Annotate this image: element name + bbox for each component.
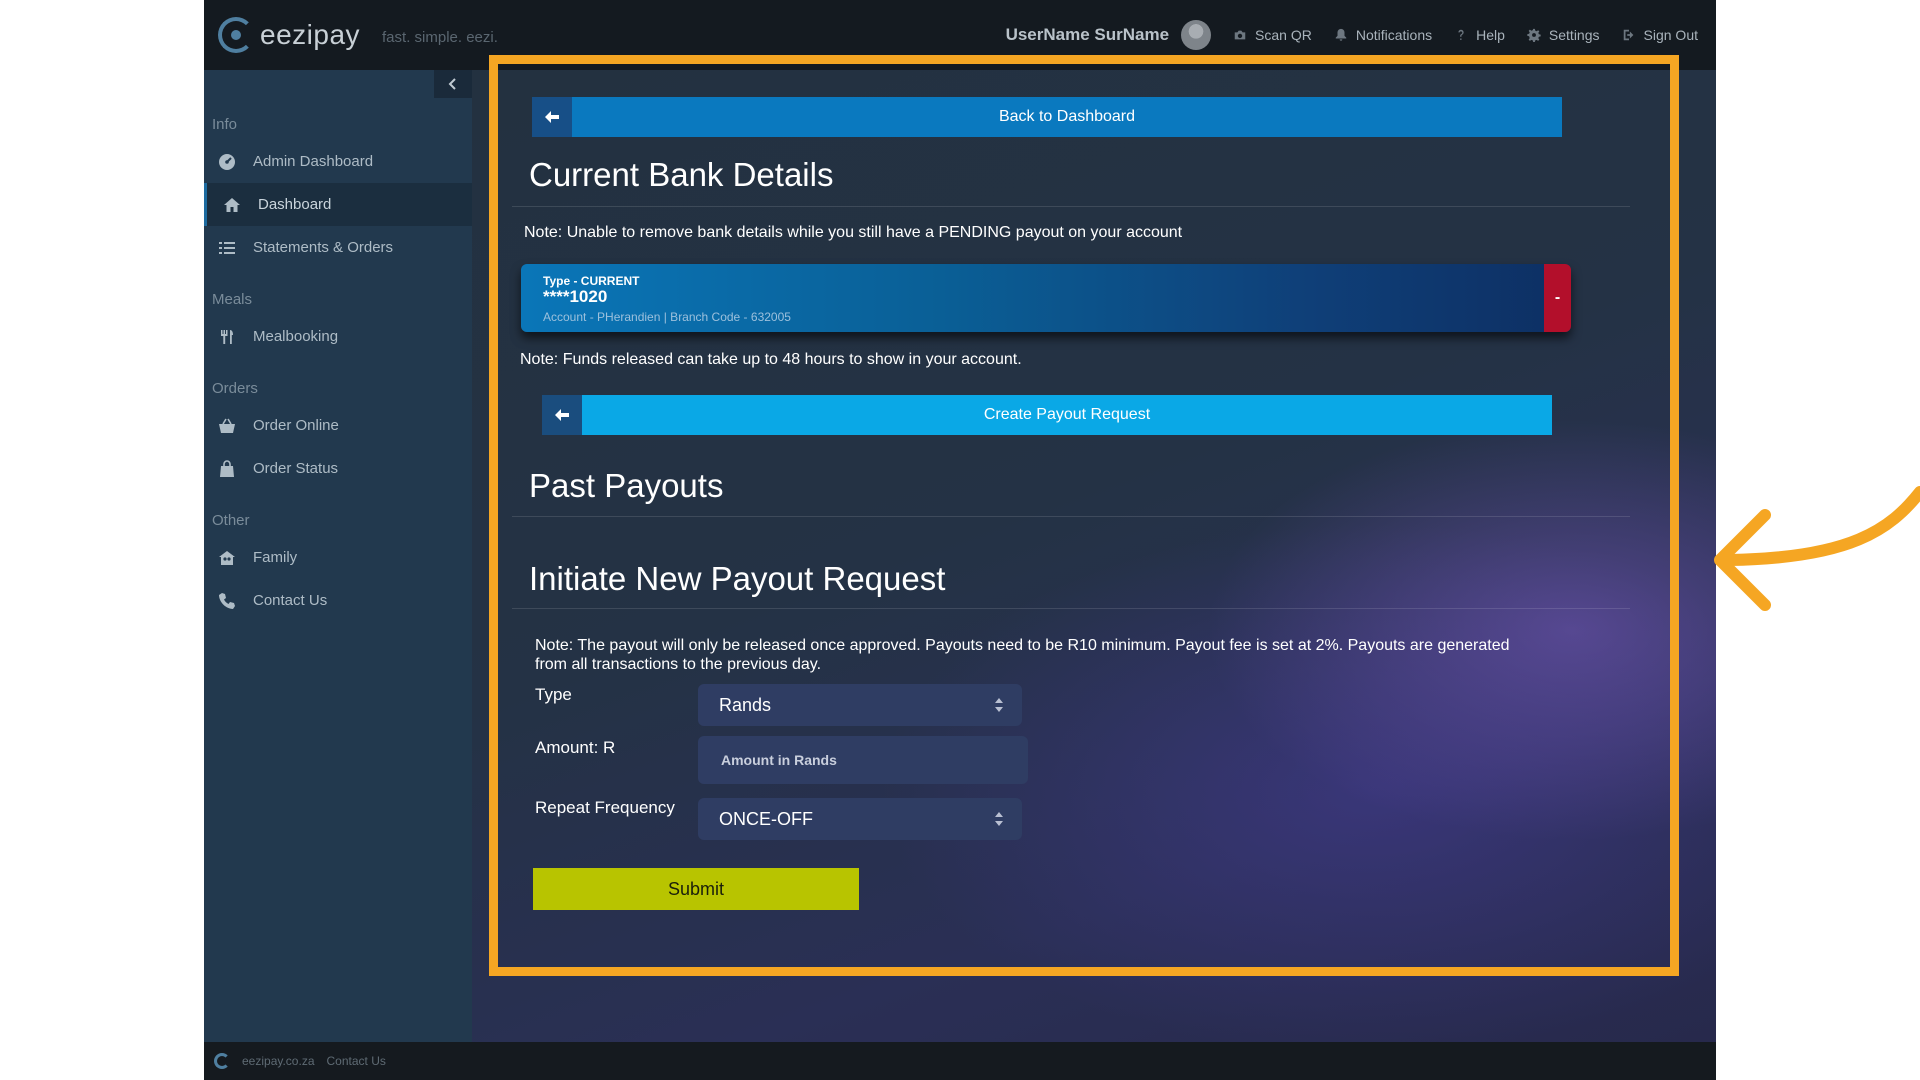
- screenshot-stage: eezipay fast. simple. eezi. UserName Sur…: [0, 0, 1920, 1080]
- sidebar-item-order-status[interactable]: Order Status: [204, 447, 472, 490]
- amount-label: Amount: R: [535, 738, 616, 757]
- logo-mark-icon: [218, 17, 254, 53]
- username[interactable]: UserName SurName: [1006, 25, 1169, 45]
- sidebar-item-order-online[interactable]: Order Online: [204, 404, 472, 447]
- pointer-arrow-icon: [1714, 486, 1920, 611]
- footer-contact-link[interactable]: Contact Us: [327, 1054, 386, 1068]
- sidebar-item-dashboard[interactable]: Dashboard: [204, 183, 472, 226]
- chevron-left-icon: [448, 78, 456, 90]
- sidebar-item-label: Statements & Orders: [253, 239, 394, 256]
- notifications-link[interactable]: Notifications: [1334, 27, 1432, 43]
- create-payout-request-button[interactable]: Create Payout Request: [542, 395, 1552, 435]
- current-bank-title: Current Bank Details: [529, 156, 834, 193]
- sidebar-item-admin-dashboard[interactable]: Admin Dashboard: [204, 140, 472, 183]
- scan-qr-link[interactable]: Scan QR: [1233, 27, 1312, 43]
- sort-arrows-icon: [995, 812, 1003, 826]
- sidebar-section-meals: Meals: [212, 291, 253, 308]
- main-content: Back to Dashboard Current Bank Details N…: [472, 70, 1716, 1042]
- payout-rules-note: Note: The payout will only be released o…: [535, 637, 1510, 673]
- sidebar-collapse-button[interactable]: [434, 70, 472, 98]
- pending-note: Note: Unable to remove bank details whil…: [524, 224, 1183, 241]
- bank-card-meta: Account - PHerandien | Branch Code - 632…: [543, 310, 791, 324]
- sidebar-item-label: Mealbooking: [253, 328, 339, 345]
- question-icon: [1458, 29, 1464, 40]
- sign-out-link[interactable]: Sign Out: [1622, 27, 1698, 43]
- back-to-dashboard-label: Back to Dashboard: [572, 97, 1562, 137]
- submit-button[interactable]: Submit: [533, 868, 859, 910]
- logo-text: eezipay: [260, 19, 361, 50]
- type-select[interactable]: Rands: [698, 684, 1022, 726]
- sidebar-item-label: Admin Dashboard: [253, 153, 374, 170]
- sign-out-label: Sign Out: [1643, 27, 1698, 43]
- avatar[interactable]: [1181, 20, 1212, 50]
- sidebar-item-label: Contact Us: [253, 592, 328, 609]
- type-select-value: Rands: [719, 694, 772, 715]
- arrow-left-icon: [545, 111, 559, 123]
- footer-site-link[interactable]: eezipay.co.za: [242, 1054, 315, 1068]
- gauge-icon: [219, 153, 235, 170]
- phone-icon: [219, 592, 235, 609]
- shopping-bag-icon: [220, 459, 234, 477]
- bank-card-type: Type - CURRENT: [543, 274, 640, 288]
- divider: [512, 608, 1630, 609]
- app-window: eezipay fast. simple. eezi. UserName Sur…: [204, 0, 1716, 1080]
- create-payout-request-label: Create Payout Request: [582, 395, 1552, 435]
- family-icon: [219, 550, 235, 565]
- payout-arrow-cell: [542, 395, 582, 435]
- sign-out-icon: [1623, 29, 1633, 41]
- bell-icon: [1335, 28, 1347, 41]
- bank-account-card: Type - CURRENT ****1020 Account - PHeran…: [521, 264, 1571, 332]
- list-icon: [219, 241, 235, 254]
- repeat-frequency-select[interactable]: ONCE-OFF: [698, 798, 1022, 840]
- home-icon: [224, 197, 240, 212]
- sidebar-item-family[interactable]: Family: [204, 536, 472, 579]
- divider: [512, 206, 1630, 207]
- type-label: Type: [535, 685, 572, 704]
- sidebar-item-mealbooking[interactable]: Mealbooking: [204, 315, 472, 358]
- tagline: fast. simple. eezi.: [382, 28, 498, 46]
- arrow-left-icon: [555, 409, 569, 421]
- back-arrow-cell: [532, 97, 572, 137]
- footer: eezipay.co.za Contact Us: [204, 1042, 1716, 1080]
- repeat-frequency-label: Repeat Frequency: [535, 798, 675, 817]
- past-payouts-title: Past Payouts: [529, 467, 724, 504]
- basket-icon: [219, 418, 235, 433]
- sidebar-item-label: Family: [253, 549, 298, 566]
- sidebar-item-label: Dashboard: [258, 196, 332, 213]
- sidebar-item-contact[interactable]: Contact Us: [204, 579, 472, 622]
- sidebar-section-other: Other: [212, 512, 250, 529]
- initiate-payout-title: Initiate New Payout Request: [529, 560, 946, 597]
- top-nav: UserName SurName Scan QR Notifications H…: [1006, 20, 1698, 50]
- amount-input[interactable]: [698, 736, 1028, 784]
- gear-icon: [1527, 28, 1541, 42]
- back-to-dashboard-button[interactable]: Back to Dashboard: [532, 97, 1562, 137]
- sidebar-menu: Info Admin Dashboard Dashboard Statement…: [204, 116, 472, 622]
- sidebar-section-orders: Orders: [212, 380, 258, 397]
- sidebar-item-statements[interactable]: Statements & Orders: [204, 226, 472, 269]
- sort-arrows-icon: [995, 698, 1003, 712]
- settings-label: Settings: [1548, 27, 1600, 43]
- notifications-label: Notifications: [1355, 27, 1433, 43]
- brand-logo[interactable]: eezipay: [218, 17, 360, 53]
- sidebar-section-info: Info: [212, 116, 238, 133]
- help-label: Help: [1476, 27, 1505, 43]
- divider: [512, 516, 1630, 517]
- cutlery-icon: [221, 329, 233, 344]
- frequency-select-value: ONCE-OFF: [719, 808, 813, 829]
- top-bar: eezipay fast. simple. eezi. UserName Sur…: [204, 0, 1716, 70]
- help-link[interactable]: Help: [1454, 27, 1505, 43]
- bank-card-number: ****1020: [543, 287, 608, 306]
- footer-logo-icon: [214, 1053, 230, 1069]
- sidebar-item-label: Order Status: [253, 460, 339, 477]
- camera-icon: [1234, 30, 1246, 40]
- remove-bank-button[interactable]: -: [1544, 264, 1571, 332]
- funds-note: Note: Funds released can take up to 48 h…: [520, 351, 1022, 368]
- sidebar: Info Admin Dashboard Dashboard Statement…: [204, 70, 472, 1042]
- sidebar-item-label: Order Online: [253, 417, 339, 434]
- scan-qr-label: Scan QR: [1255, 27, 1312, 43]
- settings-link[interactable]: Settings: [1527, 27, 1600, 43]
